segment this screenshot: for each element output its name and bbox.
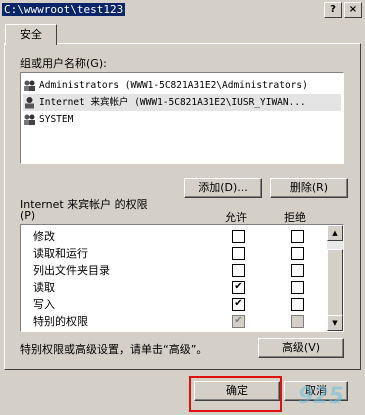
permissions-list[interactable]: 修改 读取和运行 列出文件夹目录 读取 ✔ 写入 ✔ 特别的权限 ✔ ▲ ▼ bbox=[20, 224, 344, 332]
permissions-label: Internet 来宾帐户 的权限 bbox=[20, 198, 148, 211]
allow-checkbox[interactable] bbox=[232, 264, 245, 277]
perm-name: 写入 bbox=[33, 298, 55, 311]
advanced-hint: 特别权限或高级设置，请单击“高级”。 bbox=[20, 343, 208, 356]
deny-checkbox[interactable] bbox=[291, 247, 304, 260]
user-group-icon bbox=[23, 113, 36, 126]
title-bar: C:\wwwroot\test123 ? × bbox=[0, 0, 365, 20]
add-button[interactable]: 添加(D)... bbox=[184, 178, 262, 198]
remove-button[interactable]: 删除(R) bbox=[270, 178, 348, 198]
allow-checkbox[interactable] bbox=[232, 230, 245, 243]
window-title: C:\wwwroot\test123 bbox=[2, 3, 126, 16]
highlight-box bbox=[189, 376, 282, 412]
deny-checkbox[interactable] bbox=[291, 281, 304, 294]
perm-row-modify: 修改 bbox=[21, 227, 325, 244]
allow-checkbox-disabled: ✔ bbox=[232, 315, 245, 328]
user-group-icon bbox=[23, 79, 36, 92]
perm-row-read: 读取 ✔ bbox=[21, 278, 325, 295]
deny-checkbox-disabled bbox=[291, 315, 304, 328]
user-item-label: SYSTEM bbox=[39, 114, 74, 125]
allow-header: 允许 bbox=[225, 211, 247, 224]
scroll-down-icon[interactable]: ▼ bbox=[327, 315, 343, 331]
tab-security[interactable]: 安全 bbox=[5, 24, 57, 45]
watermark-suffix: rc bbox=[334, 397, 342, 406]
user-item-system[interactable]: SYSTEM bbox=[23, 111, 341, 128]
perm-row-read-execute: 读取和运行 bbox=[21, 244, 325, 261]
close-button[interactable]: × bbox=[344, 2, 362, 18]
security-dialog: C:\wwwroot\test123 ? × 安全 组或用户名称(G): Adm… bbox=[0, 0, 365, 415]
allow-checkbox[interactable] bbox=[232, 247, 245, 260]
deny-header: 拒绝 bbox=[284, 211, 306, 224]
perm-name: 读取和运行 bbox=[33, 247, 88, 260]
user-item-administrators[interactable]: Administrators (WWW1-5C821A31E2\Administ… bbox=[23, 77, 341, 94]
scroll-up-icon[interactable]: ▲ bbox=[327, 225, 343, 241]
perm-name: 列出文件夹目录 bbox=[33, 264, 110, 277]
perm-name: 特别的权限 bbox=[33, 315, 88, 328]
perm-row-special: 特别的权限 ✔ bbox=[21, 312, 325, 329]
users-listbox[interactable]: Administrators (WWW1-5C821A31E2\Administ… bbox=[20, 72, 344, 164]
user-item-label: Internet 来宾帐户 (WWW1-5C821A31E2\IUSR_YIWA… bbox=[39, 97, 306, 108]
perm-name: 读取 bbox=[33, 281, 55, 294]
allow-checkbox-checked[interactable]: ✔ bbox=[232, 298, 245, 311]
help-button[interactable]: ? bbox=[324, 2, 342, 18]
perm-name: 修改 bbox=[33, 230, 55, 243]
allow-checkbox-checked[interactable]: ✔ bbox=[232, 281, 245, 294]
scroll-thumb[interactable] bbox=[327, 249, 343, 323]
user-item-label: Administrators (WWW1-5C821A31E2\Administ… bbox=[39, 80, 308, 91]
users-group-label: 组或用户名称(G): bbox=[20, 57, 107, 70]
permissions-label-hotkey: (P) bbox=[20, 209, 36, 222]
advanced-button[interactable]: 高级(V) bbox=[258, 338, 344, 358]
perm-row-list-folder: 列出文件夹目录 bbox=[21, 261, 325, 278]
deny-checkbox[interactable] bbox=[291, 264, 304, 277]
deny-checkbox[interactable] bbox=[291, 298, 304, 311]
perm-row-write: 写入 ✔ bbox=[21, 295, 325, 312]
permissions-scrollbar[interactable]: ▲ ▼ bbox=[327, 225, 343, 331]
deny-checkbox[interactable] bbox=[291, 230, 304, 243]
user-icon bbox=[23, 96, 36, 109]
user-item-internet-guest[interactable]: Internet 来宾帐户 (WWW1-5C821A31E2\IUSR_YIWA… bbox=[23, 94, 341, 111]
